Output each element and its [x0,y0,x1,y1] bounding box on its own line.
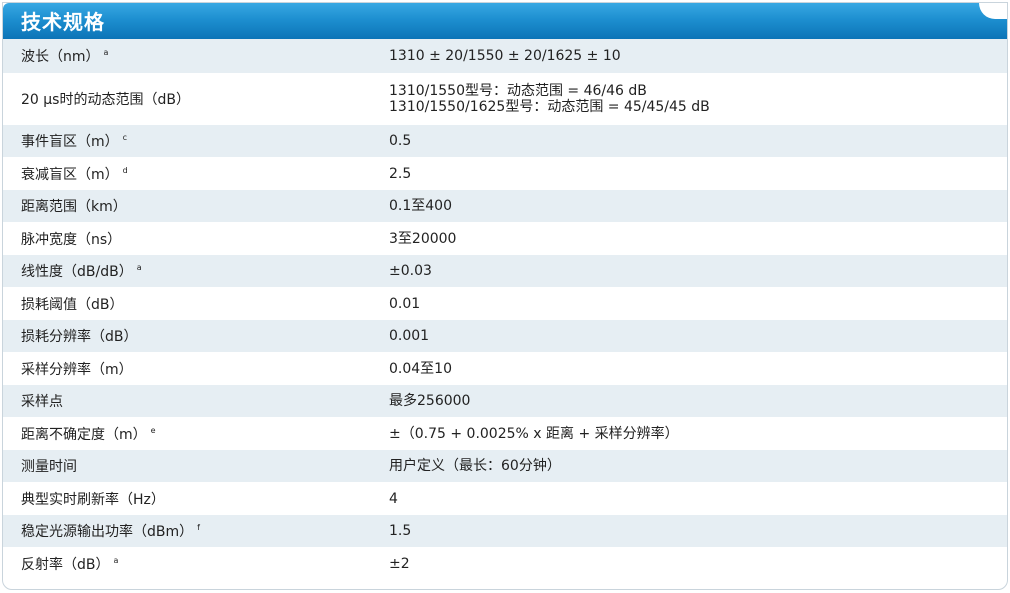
param-cell: 波长（nm） a [3,46,389,66]
section-title: 技术规格 [21,10,105,34]
footnote-marker: d [122,165,128,175]
param-cell: 距离范围（km） [3,196,389,216]
spec-value: 0.5 [389,133,412,149]
spec-row: 波长（nm） a 1310 ± 20/1550 ± 20/1625 ± 10 [3,39,1007,73]
param-cell: 线性度（dB/dB） a [3,261,389,281]
param-label: 典型实时刷新率（Hz） [21,491,165,508]
spec-value: 4 [389,490,398,507]
spec-value: 3至20000 [389,230,457,247]
spec-cell: 用户定义（最长：60分钟） [389,458,1007,474]
spec-value: 最多256000 [389,393,471,409]
spec-value: ±（0.75 + 0.0025% x 距离 + 采样分辨率） [389,425,679,442]
param-label: 采样分辨率（m） [21,361,133,378]
spec-cell: ±0.03 [389,263,1007,279]
spec-row: 脉冲宽度（ns） 3至20000 [3,222,1007,255]
param-cell: 脉冲宽度（ns） [3,229,389,249]
param-cell: 损耗分辨率（dB） [3,326,389,346]
spec-row: 典型实时刷新率（Hz） 4 [3,482,1007,515]
spec-row: 衰减盲区（m） d 2.5 [3,157,1007,190]
spec-cell: 1310 ± 20/1550 ± 20/1625 ± 10 [389,48,1007,64]
spec-value: ±2 [389,556,410,572]
spec-row: 距离不确定度（m） e ±（0.75 + 0.0025% x 距离 + 采样分辨率） [3,417,1007,450]
spec-cell: ±2 [389,556,1007,572]
footnote-marker: e [150,425,156,435]
param-cell: 采样点 [3,391,389,411]
param-cell: 衰减盲区（m） d [3,164,389,184]
spec-cell: 0.01 [389,296,1007,312]
spec-value: 1310/1550型号：动态范围 = 46/46 dB [389,83,647,99]
spec-value: 1310 ± 20/1550 ± 20/1625 ± 10 [389,48,621,64]
spec-value: 0.01 [389,295,421,312]
footnote-marker: a [113,556,119,566]
footnote-marker: c [122,133,128,143]
spec-row: 采样点 最多256000 [3,385,1007,417]
spec-cell: 3至20000 [389,231,1007,247]
param-label: 脉冲宽度（ns） [21,231,122,248]
spec-row: 损耗阈值（dB） 0.01 [3,287,1007,320]
param-label: 线性度（dB/dB） [21,264,133,280]
footnote-marker: a [136,263,142,273]
spec-row: 采样分辨率（m） 0.04至10 [3,352,1007,385]
spec-row: 距离范围（km） 0.1至400 [3,190,1007,222]
spec-cell: ±（0.75 + 0.0025% x 距离 + 采样分辨率） [389,426,1007,442]
param-label: 采样点 [21,394,63,410]
spec-sheet: 技术规格 波长（nm） a 1310 ± 20/1550 ± 20/1625 ± 1… [2,2,1008,590]
param-cell: 稳定光源输出功率（dBm） f [3,521,389,541]
param-cell: 测量时间 [3,456,389,476]
param-cell: 距离不确定度（m） e [3,424,389,444]
section-header: 技术规格 [3,3,1007,39]
param-cell: 反射率（dB） a [3,554,389,574]
spec-row: 事件盲区（m） c 0.5 [3,125,1007,157]
param-label: 测量时间 [21,459,77,475]
spec-value: 2.5 [389,165,412,182]
param-label: 稳定光源输出功率（dBm） [21,524,194,540]
param-cell: 损耗阈值（dB） [3,294,389,314]
footnote-marker: f [197,523,200,533]
spec-cell: 最多256000 [389,393,1007,409]
param-cell: 20 μs时的动态范围（dB） [3,89,389,109]
param-label: 衰减盲区（m） [21,166,119,183]
spec-cell: 0.04至10 [389,361,1007,377]
param-label: 距离不确定度（m） [21,426,147,443]
spec-value: 用户定义（最长：60分钟） [389,458,561,474]
spec-row: 反射率（dB） a ±2 [3,547,1007,581]
spec-cell: 1310/1550型号：动态范围 = 46/46 dB 1310/1550/162… [389,83,1007,115]
spec-row: 稳定光源输出功率（dBm） f 1.5 [3,515,1007,547]
spec-cell: 0.001 [389,328,1007,344]
footnote-marker: a [103,48,109,58]
spec-cell: 0.5 [389,133,1007,149]
spec-value: 1310/1550/1625型号：动态范围 = 45/45/45 dB [389,99,710,115]
spec-row: 20 μs时的动态范围（dB） 1310/1550型号：动态范围 = 46/46 … [3,73,1007,125]
param-label: 波长（nm） [21,49,100,65]
spec-value: 0.001 [389,328,430,344]
spec-row: 测量时间 用户定义（最长：60分钟） [3,450,1007,482]
spec-cell: 2.5 [389,166,1007,182]
param-cell: 采样分辨率（m） [3,359,389,379]
spec-cell: 0.1至400 [389,198,1007,214]
spec-value: 0.04至10 [389,360,452,377]
spec-value: 0.1至400 [389,198,452,214]
spec-row: 线性度（dB/dB） a ±0.03 [3,255,1007,287]
spec-cell: 4 [389,491,1007,507]
spec-value: ±0.03 [389,263,432,279]
param-label: 事件盲区（m） [21,134,119,150]
spec-cell: 1.5 [389,523,1007,539]
spec-row: 损耗分辨率（dB） 0.001 [3,320,1007,352]
param-label: 损耗分辨率（dB） [21,329,138,345]
param-label: 损耗阈值（dB） [21,296,124,313]
param-label: 距离范围（km） [21,199,127,215]
spec-table: 波长（nm） a 1310 ± 20/1550 ± 20/1625 ± 10 20 μ… [3,39,1007,581]
param-label: 20 μs时的动态范围（dB） [21,92,190,108]
param-label: 反射率（dB） [21,557,110,573]
param-cell: 典型实时刷新率（Hz） [3,489,389,509]
spec-value: 1.5 [389,523,412,539]
param-cell: 事件盲区（m） c [3,131,389,151]
